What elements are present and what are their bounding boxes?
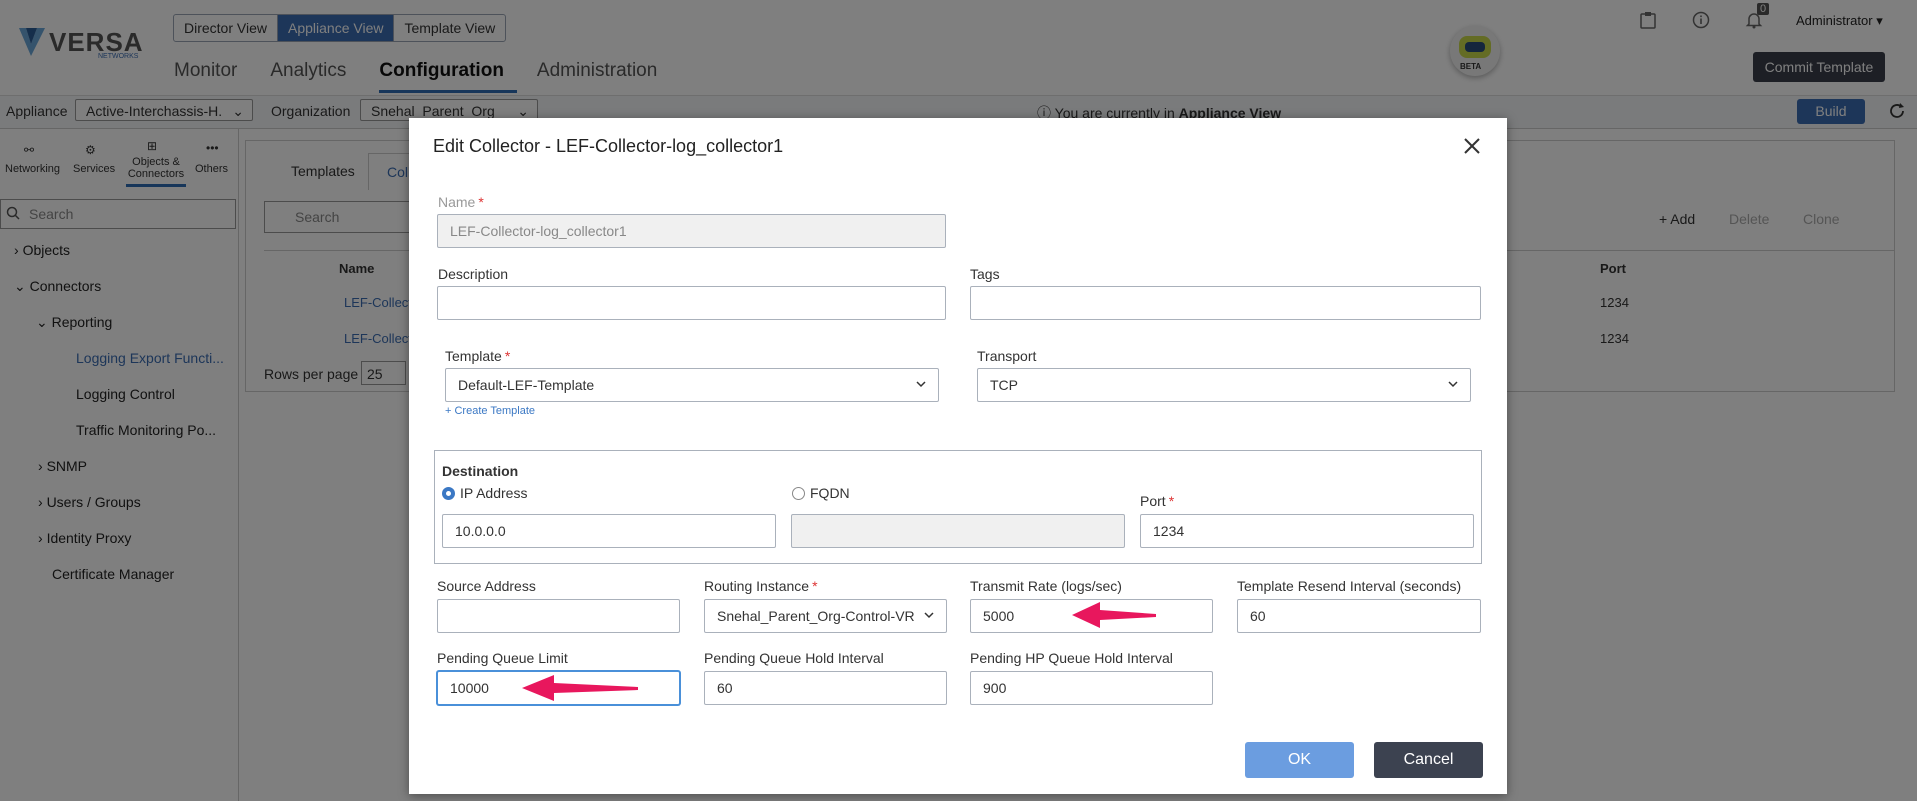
routing-instance-select[interactable]: Snehal_Parent_Org-Control-VR [704,599,947,633]
transport-select[interactable]: TCP [977,368,1471,402]
ip-address-label: IP Address [460,485,528,501]
template-label-text: Template [445,348,502,364]
template-resend-field[interactable]: 60 [1237,599,1481,633]
pending-hp-queue-hold-label: Pending HP Queue Hold Interval [970,650,1173,666]
pending-queue-limit-label: Pending Queue Limit [437,650,568,666]
close-icon[interactable] [1461,135,1483,157]
transport-label: Transport [977,348,1037,364]
routing-instance-label: Routing Instance * [704,578,818,594]
cancel-button[interactable]: Cancel [1374,742,1483,778]
annotation-arrow-icon [522,675,638,701]
port-field[interactable]: 1234 [1140,514,1474,548]
ip-address-radio[interactable] [442,487,455,500]
dialog-title: Edit Collector - LEF-Collector-log_colle… [433,136,784,156]
tags-field[interactable] [970,286,1481,320]
template-resend-label: Template Resend Interval (seconds) [1237,578,1462,594]
tags-label: Tags [970,266,1000,282]
chevron-down-icon [916,381,926,388]
ok-button[interactable]: OK [1245,742,1354,778]
port-label-text: Port [1140,493,1166,509]
name-field: LEF-Collector-log_collector1 [437,214,946,248]
routing-label-text: Routing Instance [704,578,810,594]
pending-hp-queue-hold-field[interactable]: 900 [970,671,1213,705]
description-label: Description [438,266,509,282]
port-label: Port * [1140,493,1175,509]
annotation-arrow-icon [1072,602,1156,628]
ip-address-field[interactable]: 10.0.0.0 [442,514,776,548]
destination-label: Destination [442,463,519,479]
description-field[interactable] [437,286,946,320]
fqdn-label: FQDN [810,485,850,501]
template-value: Default-LEF-Template [458,377,595,393]
name-label-text: Name [438,194,476,210]
pending-queue-hold-label: Pending Queue Hold Interval [704,650,884,666]
chevron-down-icon [924,612,934,619]
source-address-label: Source Address [437,578,536,594]
chevron-down-icon [1448,381,1458,388]
name-label: Name * [438,194,484,210]
template-label: Template * [445,348,511,364]
destination-group: Destination IP Address FQDN 10.0.0.0 Por… [434,450,1482,564]
transmit-rate-label: Transmit Rate (logs/sec) [970,578,1122,594]
source-address-field[interactable] [437,599,680,633]
fqdn-field [791,514,1125,548]
pending-queue-hold-field[interactable]: 60 [704,671,947,705]
create-template-link[interactable]: + Create Template [445,405,535,417]
template-select[interactable]: Default-LEF-Template [445,368,939,402]
routing-value: Snehal_Parent_Org-Control-VR [717,608,915,624]
fqdn-radio[interactable] [792,487,805,500]
transport-value: TCP [990,377,1018,393]
